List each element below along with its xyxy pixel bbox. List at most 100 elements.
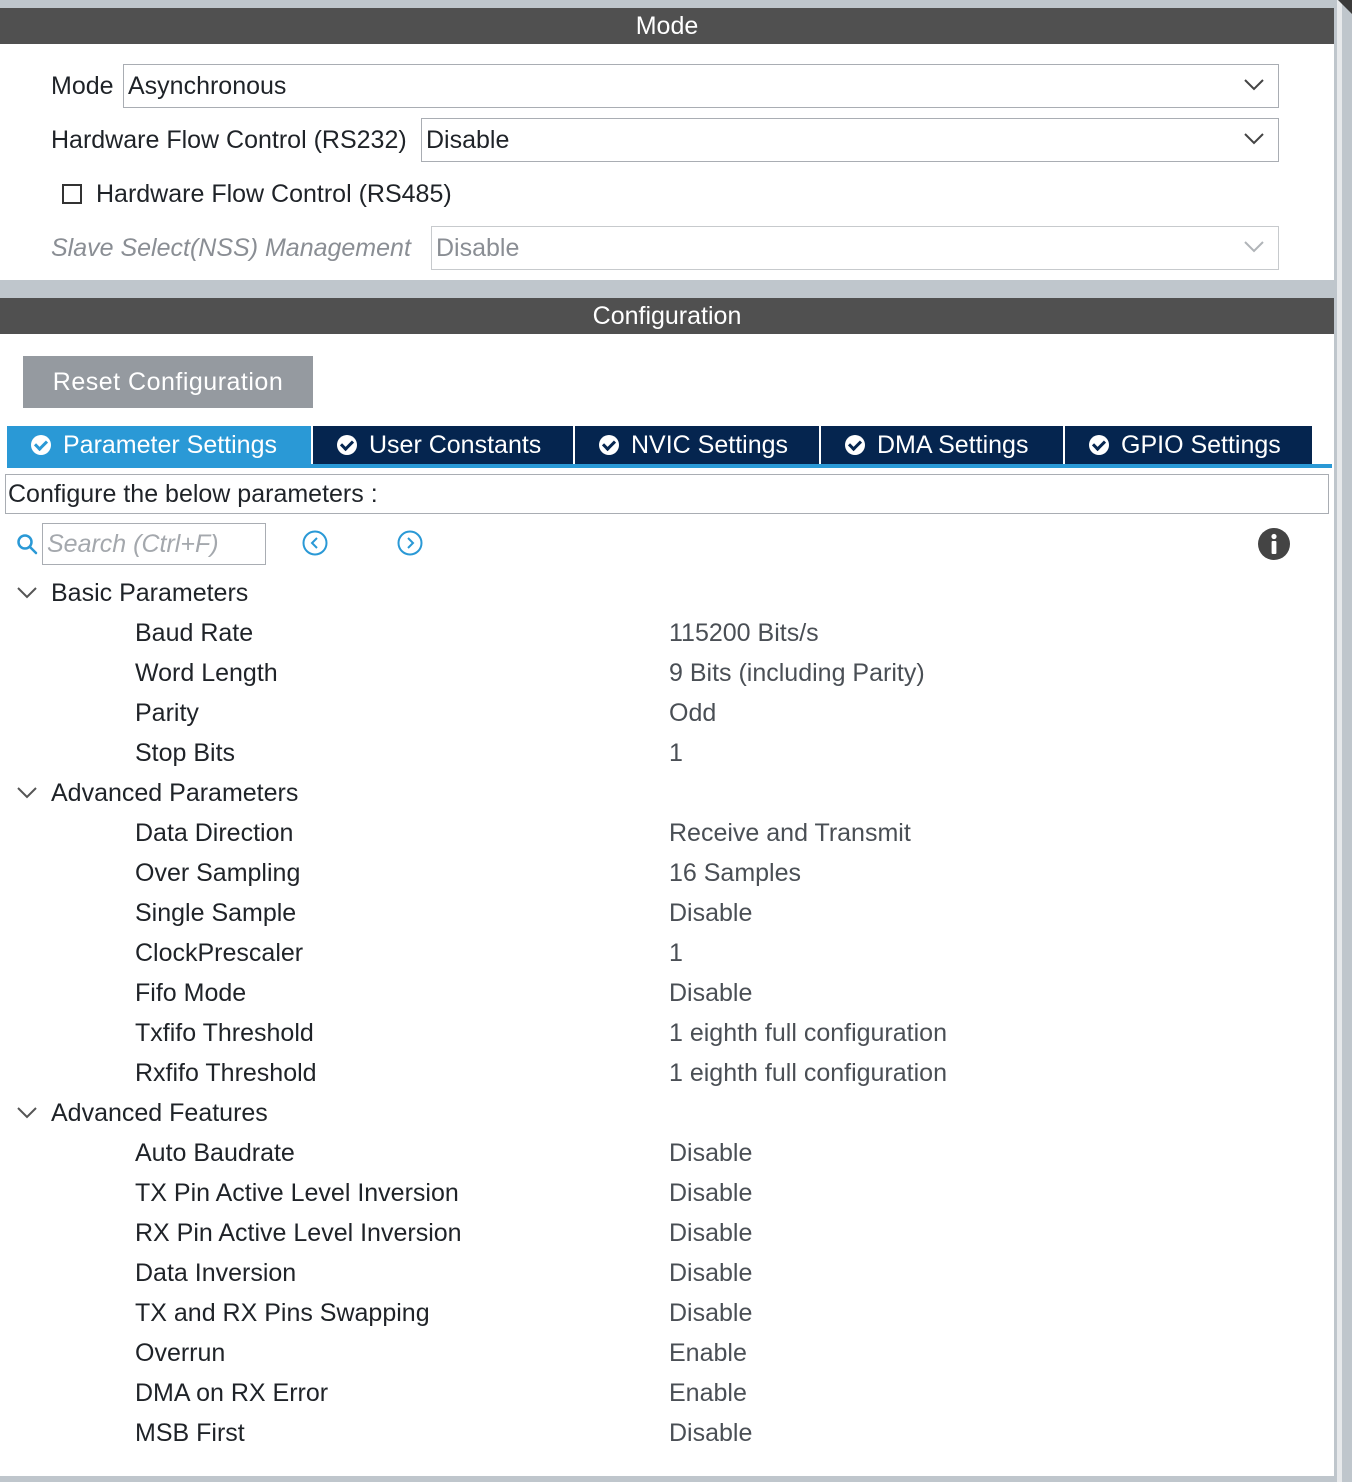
- group-basic-parameters[interactable]: Basic Parameters: [0, 573, 1334, 613]
- param-name: Parity: [135, 698, 199, 727]
- nss-label: Slave Select(NSS) Management: [51, 233, 411, 262]
- param-row[interactable]: Single Sample Disable: [0, 893, 1334, 933]
- chevron-down-icon: [17, 1107, 37, 1119]
- param-name: Overrun: [135, 1338, 226, 1367]
- corner-resize-icon: [1338, 0, 1352, 14]
- check-circle-icon: [337, 435, 357, 455]
- tab-label: GPIO Settings: [1121, 430, 1281, 459]
- param-value: Disable: [669, 1298, 753, 1327]
- previous-match-icon[interactable]: [302, 530, 328, 556]
- param-value: Enable: [669, 1378, 747, 1407]
- nss-select: Disable: [431, 226, 1279, 270]
- param-row[interactable]: ClockPrescaler 1: [0, 933, 1334, 973]
- chevron-down-icon: [1244, 133, 1264, 145]
- scrollbar-track[interactable]: [1337, 0, 1342, 1482]
- param-row[interactable]: Baud Rate 115200 Bits/s: [0, 613, 1334, 653]
- info-icon[interactable]: [1258, 528, 1290, 560]
- param-row[interactable]: TX and RX Pins Swapping Disable: [0, 1293, 1334, 1333]
- param-name: TX and RX Pins Swapping: [135, 1298, 430, 1327]
- param-value: 1: [669, 938, 683, 967]
- param-name: Single Sample: [135, 898, 297, 927]
- tab-parameter-settings[interactable]: Parameter Settings: [7, 426, 311, 464]
- param-row[interactable]: Data Direction Receive and Transmit: [0, 813, 1334, 853]
- param-name: Auto Baudrate: [135, 1138, 295, 1167]
- param-value: Disable: [669, 1258, 753, 1287]
- param-row[interactable]: Auto Baudrate Disable: [0, 1133, 1334, 1173]
- check-circle-icon: [845, 435, 865, 455]
- param-row[interactable]: Data Inversion Disable: [0, 1253, 1334, 1293]
- param-name: MSB First: [135, 1418, 245, 1447]
- param-row[interactable]: DMA on RX Error Enable: [0, 1373, 1334, 1413]
- hw-flow-label: Hardware Flow Control (RS232): [51, 125, 407, 154]
- tab-nvic-settings[interactable]: NVIC Settings: [575, 426, 819, 464]
- nss-row: Slave Select(NSS) Management: [51, 226, 411, 270]
- parameter-tree: Basic Parameters Baud Rate 115200 Bits/s …: [0, 573, 1334, 1453]
- param-row[interactable]: Rxfifo Threshold 1 eighth full configurat…: [0, 1053, 1334, 1093]
- rs485-checkbox[interactable]: [62, 184, 82, 204]
- mode-row: Mode: [51, 64, 114, 108]
- tab-label: Parameter Settings: [63, 430, 277, 459]
- param-row[interactable]: Stop Bits 1: [0, 733, 1334, 773]
- tab-dma-settings[interactable]: DMA Settings: [821, 426, 1063, 464]
- hw-flow-select[interactable]: Disable: [421, 118, 1279, 162]
- param-name: ClockPrescaler: [135, 938, 304, 967]
- param-name: Rxfifo Threshold: [135, 1058, 317, 1087]
- param-row[interactable]: Overrun Enable: [0, 1333, 1334, 1373]
- param-value: Disable: [669, 1418, 753, 1447]
- param-row[interactable]: Fifo Mode Disable: [0, 973, 1334, 1013]
- tab-label: DMA Settings: [877, 430, 1029, 459]
- mode-select-value: Asynchronous: [128, 71, 287, 100]
- param-value: Disable: [669, 898, 753, 927]
- next-match-icon[interactable]: [397, 530, 423, 556]
- tab-label: User Constants: [369, 430, 542, 459]
- param-value: 9 Bits (including Parity): [669, 658, 925, 687]
- hw-flow-row: Hardware Flow Control (RS232): [51, 118, 407, 162]
- tab-label: NVIC Settings: [631, 430, 789, 459]
- param-value: 16 Samples: [669, 858, 802, 887]
- search-icon: [17, 534, 38, 555]
- settings-tabs: Parameter Settings User Constants NVIC S…: [7, 426, 1332, 468]
- nss-select-value: Disable: [436, 233, 520, 262]
- param-row[interactable]: TX Pin Active Level Inversion Disable: [0, 1173, 1334, 1213]
- param-row[interactable]: Over Sampling 16 Samples: [0, 853, 1334, 893]
- param-value: 115200 Bits/s: [669, 618, 819, 647]
- check-circle-icon: [599, 435, 619, 455]
- param-value: 1: [669, 738, 683, 767]
- mode-select[interactable]: Asynchronous: [123, 64, 1279, 108]
- tab-underline: [7, 464, 1332, 468]
- param-row[interactable]: Parity Odd: [0, 693, 1334, 733]
- rs485-row[interactable]: Hardware Flow Control (RS485): [62, 174, 452, 214]
- param-row[interactable]: Txfifo Threshold 1 eighth full configurat…: [0, 1013, 1334, 1053]
- description-box: Configure the below parameters :: [5, 474, 1329, 514]
- param-value: 1 eighth full configuration: [669, 1058, 947, 1087]
- group-advanced-features[interactable]: Advanced Features: [0, 1093, 1334, 1133]
- tab-gpio-settings[interactable]: GPIO Settings: [1065, 426, 1312, 464]
- chevron-down-icon: [17, 587, 37, 599]
- chevron-down-icon: [17, 787, 37, 799]
- configuration-panel: Configuration Reset Configuration Parame…: [0, 298, 1334, 1476]
- param-value: Disable: [669, 1218, 753, 1247]
- param-name: Data Inversion: [135, 1258, 297, 1287]
- param-row[interactable]: MSB First Disable: [0, 1413, 1334, 1453]
- param-name: Stop Bits: [135, 738, 236, 767]
- param-value: Disable: [669, 1138, 753, 1167]
- param-value: Receive and Transmit: [669, 818, 911, 847]
- hw-flow-select-value: Disable: [426, 125, 510, 154]
- param-value: Disable: [669, 978, 753, 1007]
- tab-user-constants[interactable]: User Constants: [313, 426, 573, 464]
- param-name: DMA on RX Error: [135, 1378, 329, 1407]
- param-name: TX Pin Active Level Inversion: [135, 1178, 459, 1207]
- param-row[interactable]: Word Length 9 Bits (including Parity): [0, 653, 1334, 693]
- check-circle-icon: [31, 435, 51, 455]
- group-advanced-parameters[interactable]: Advanced Parameters: [0, 773, 1334, 813]
- reset-configuration-button[interactable]: Reset Configuration: [23, 356, 313, 408]
- group-label: Advanced Features: [51, 1098, 268, 1127]
- search-input[interactable]: [42, 523, 266, 565]
- param-name: Word Length: [135, 658, 278, 687]
- param-name: Baud Rate: [135, 618, 254, 647]
- param-name: Data Direction: [135, 818, 294, 847]
- param-row[interactable]: RX Pin Active Level Inversion Disable: [0, 1213, 1334, 1253]
- param-value: Enable: [669, 1338, 747, 1367]
- mode-header: Mode: [0, 8, 1334, 44]
- search-bar: [16, 522, 266, 566]
